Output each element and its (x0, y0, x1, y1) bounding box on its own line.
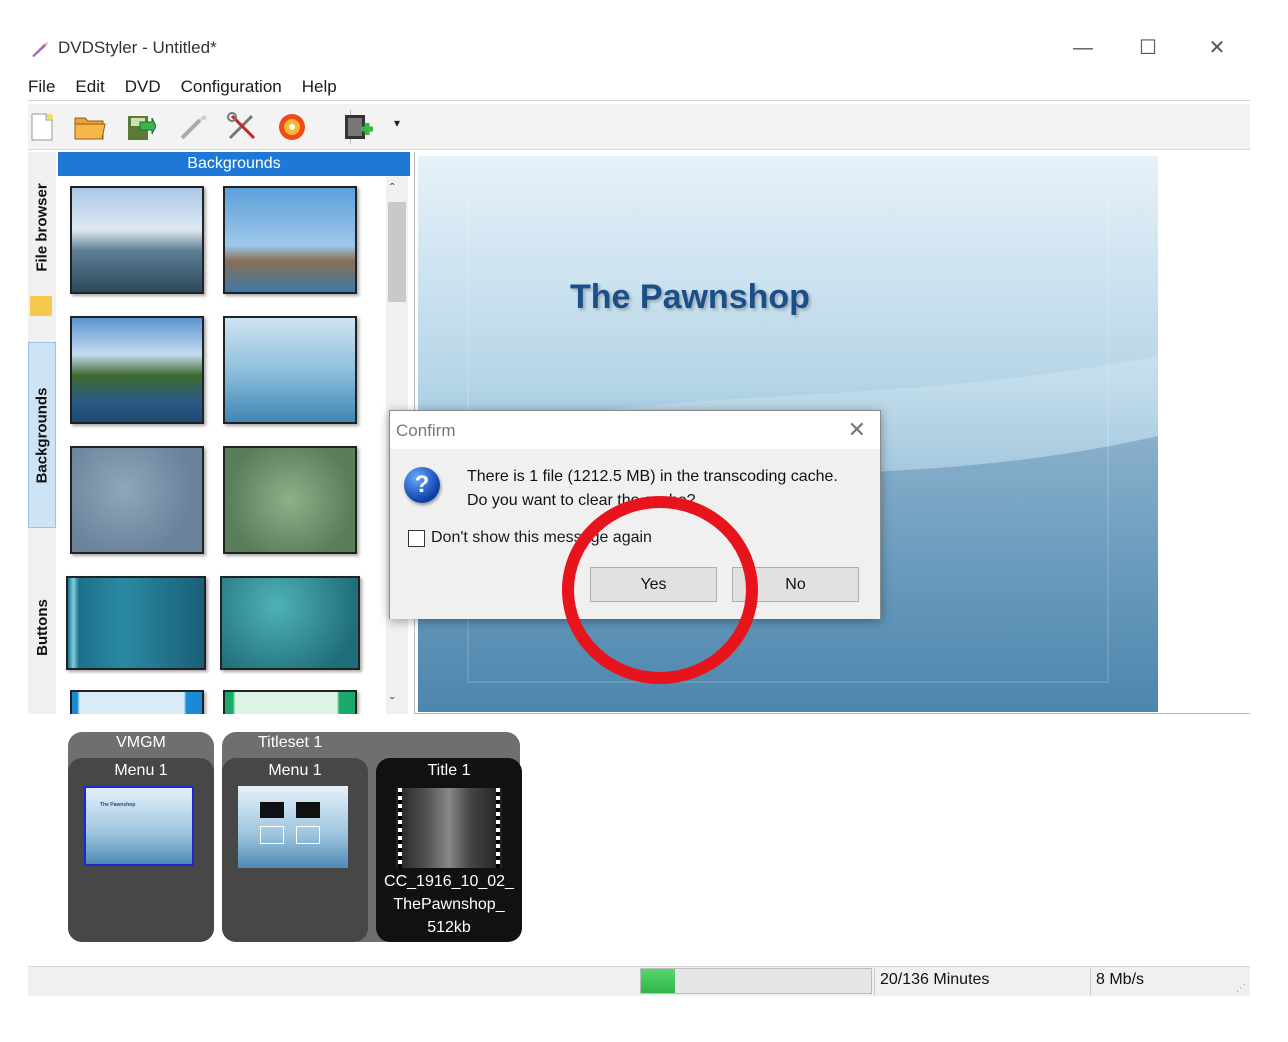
tab-buttons[interactable]: Buttons (28, 572, 56, 682)
film-strip-left (398, 788, 402, 868)
background-thumb-coast-ship[interactable] (223, 186, 357, 294)
dialog-titlebar: Confirm ✕ (390, 411, 880, 449)
dialog-message-line1: There is 1 file (1212.5 MB) in the trans… (467, 468, 838, 485)
minutes-status: 20/136 Minutes (880, 971, 990, 988)
maximize-button[interactable]: ☐ (1133, 34, 1163, 62)
title-1-label: Title 1 (427, 762, 471, 779)
menu-bar: File Edit DVD Configuration Help (28, 74, 357, 100)
dialog-close-button[interactable]: ✕ (848, 417, 866, 443)
background-thumb-blue-frame[interactable] (70, 690, 204, 714)
disc-usage-fill (641, 969, 675, 993)
settings-tools-icon[interactable] (224, 110, 260, 144)
background-thumb-blue-blur[interactable] (70, 446, 204, 554)
wand-icon[interactable] (176, 110, 212, 144)
tab-file-browser[interactable]: File browser (28, 162, 56, 292)
red-circle-annotation (562, 496, 758, 684)
titleset-manager: VMGM Menu 1 The Pawnshop Titleset 1 Menu… (58, 718, 1250, 964)
dvdstyler-app-icon (30, 40, 52, 58)
window-titlebar: DVDStyler - Untitled* — ☐ ✕ (0, 26, 1288, 70)
toolbar: ▾ (28, 104, 1250, 150)
save-icon[interactable] (122, 110, 158, 144)
vmgm-menu-thumbnail[interactable]: The Pawnshop (84, 786, 194, 866)
title-1-film-thumbnail[interactable] (396, 788, 502, 868)
thumb-button-2 (296, 802, 320, 818)
background-thumb-sea-clouds[interactable] (70, 186, 204, 294)
new-file-icon[interactable] (24, 110, 60, 144)
background-thumb-teal-stripes[interactable] (66, 576, 206, 670)
add-dropdown-arrow[interactable]: ▾ (394, 116, 400, 130)
vmgm-thumb-title: The Pawnshop (100, 802, 136, 808)
tab-file-browser-label: File browser (33, 182, 51, 272)
tab-backgrounds-label: Backgrounds (33, 387, 51, 483)
title-1-caption-line1: CC_1916_10_02_ (384, 873, 514, 890)
menubar-divider (28, 100, 1250, 101)
background-thumb-green-frame[interactable] (223, 690, 357, 714)
titleset-menu-label: Menu 1 (268, 762, 322, 779)
bitrate-status: 8 Mb/s (1096, 971, 1145, 988)
vmgm-label: VMGM (116, 734, 166, 751)
side-tab-strip: File browser Backgrounds Buttons (28, 152, 56, 714)
status-divider (874, 969, 875, 995)
menu-title-text[interactable]: The Pawnshop (570, 278, 810, 317)
disc-usage-progress (640, 968, 872, 994)
backgrounds-panel-header: Backgrounds (58, 152, 410, 176)
background-thumb-blue-waves[interactable] (223, 316, 357, 424)
tab-backgrounds[interactable]: Backgrounds (28, 342, 56, 528)
menu-dvd[interactable]: DVD (125, 74, 171, 100)
titleset-menu-thumbnail[interactable] (238, 786, 348, 868)
scroll-up-arrow[interactable]: ˆ (390, 180, 395, 196)
question-icon: ? (404, 467, 440, 503)
film-strip-right (496, 788, 500, 868)
folder-icon (30, 296, 52, 316)
open-folder-icon[interactable] (72, 110, 108, 144)
vmgm-menu-label: Menu 1 (114, 762, 168, 779)
scrollbar-thumb[interactable] (388, 202, 406, 302)
menu-configuration[interactable]: Configuration (181, 74, 292, 100)
resize-grip-icon[interactable]: ⋰ (1236, 983, 1246, 994)
dialog-title: Confirm (396, 421, 456, 440)
status-divider (1090, 969, 1091, 995)
tab-buttons-label: Buttons (33, 598, 51, 656)
minimize-button[interactable]: — (1068, 34, 1098, 62)
thumb-button-frame-2 (296, 826, 320, 844)
backgrounds-list (58, 176, 384, 714)
status-bar: 20/136 Minutes 8 Mb/s ⋰ (28, 966, 1250, 996)
scroll-down-arrow[interactable]: ˇ (390, 694, 395, 710)
background-thumb-river-valley[interactable] (70, 316, 204, 424)
background-thumb-teal-underwater[interactable] (220, 576, 360, 670)
menu-file[interactable]: File (28, 74, 65, 100)
thumb-button-1 (260, 802, 284, 818)
close-window-button[interactable]: ✕ (1202, 34, 1232, 62)
burn-disc-icon[interactable] (274, 110, 310, 144)
window-title: DVDStyler - Untitled* (58, 38, 217, 57)
dont-show-again-checkbox[interactable] (408, 529, 425, 547)
title-1-caption-line2: ThePawnshop_ (393, 896, 505, 913)
menu-help[interactable]: Help (302, 74, 347, 100)
thumb-button-frame-1 (260, 826, 284, 844)
title-1-caption-line3: 512kb (427, 919, 471, 936)
add-video-icon[interactable] (340, 110, 376, 144)
menu-edit[interactable]: Edit (75, 74, 114, 100)
titleset-1-label: Titleset 1 (258, 734, 323, 751)
background-thumb-green-blur[interactable] (223, 446, 357, 554)
